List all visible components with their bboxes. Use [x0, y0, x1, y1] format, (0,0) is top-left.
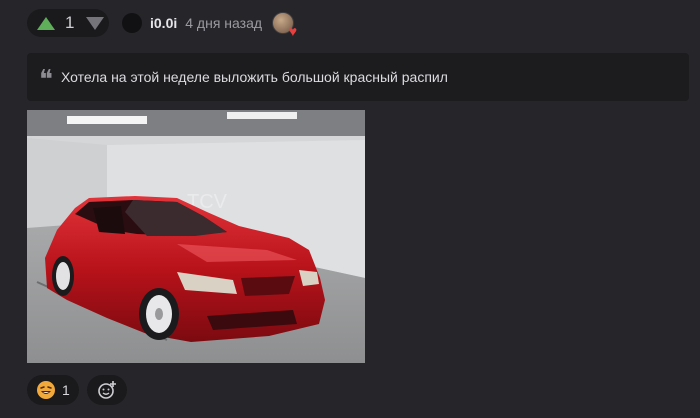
reactions-bar: 1 — [27, 375, 127, 405]
arrow-up-icon[interactable] — [37, 16, 55, 30]
car-photo[interactable]: TCV — [27, 110, 365, 363]
vote-score: 1 — [65, 13, 75, 32]
red-sedan-photo: TCV — [27, 110, 365, 363]
quote-icon: ❝ — [39, 65, 53, 95]
add-reaction-icon — [98, 381, 116, 399]
reaction-count: 1 — [62, 382, 70, 398]
quoted-comment[interactable]: ❝ Хотела на этой неделе выложить большой… — [27, 53, 689, 101]
arrow-down-icon[interactable] — [86, 16, 105, 30]
laughing-emoji-icon — [37, 381, 55, 399]
reaction-button-laugh[interactable]: 1 — [27, 375, 79, 405]
heart-badge-icon[interactable]: ♥ — [272, 12, 297, 38]
vote-widget: 1 — [27, 9, 109, 37]
comment-header: 1 i0.0i 4 дня назад ♥ — [27, 8, 297, 38]
comment-time[interactable]: 4 дня назад — [185, 15, 262, 31]
username-link[interactable]: i0.0i — [150, 15, 177, 31]
add-reaction-button[interactable] — [87, 375, 127, 405]
quote-text: Хотела на этой неделе выложить большой к… — [61, 69, 448, 85]
avatar[interactable] — [122, 13, 142, 33]
